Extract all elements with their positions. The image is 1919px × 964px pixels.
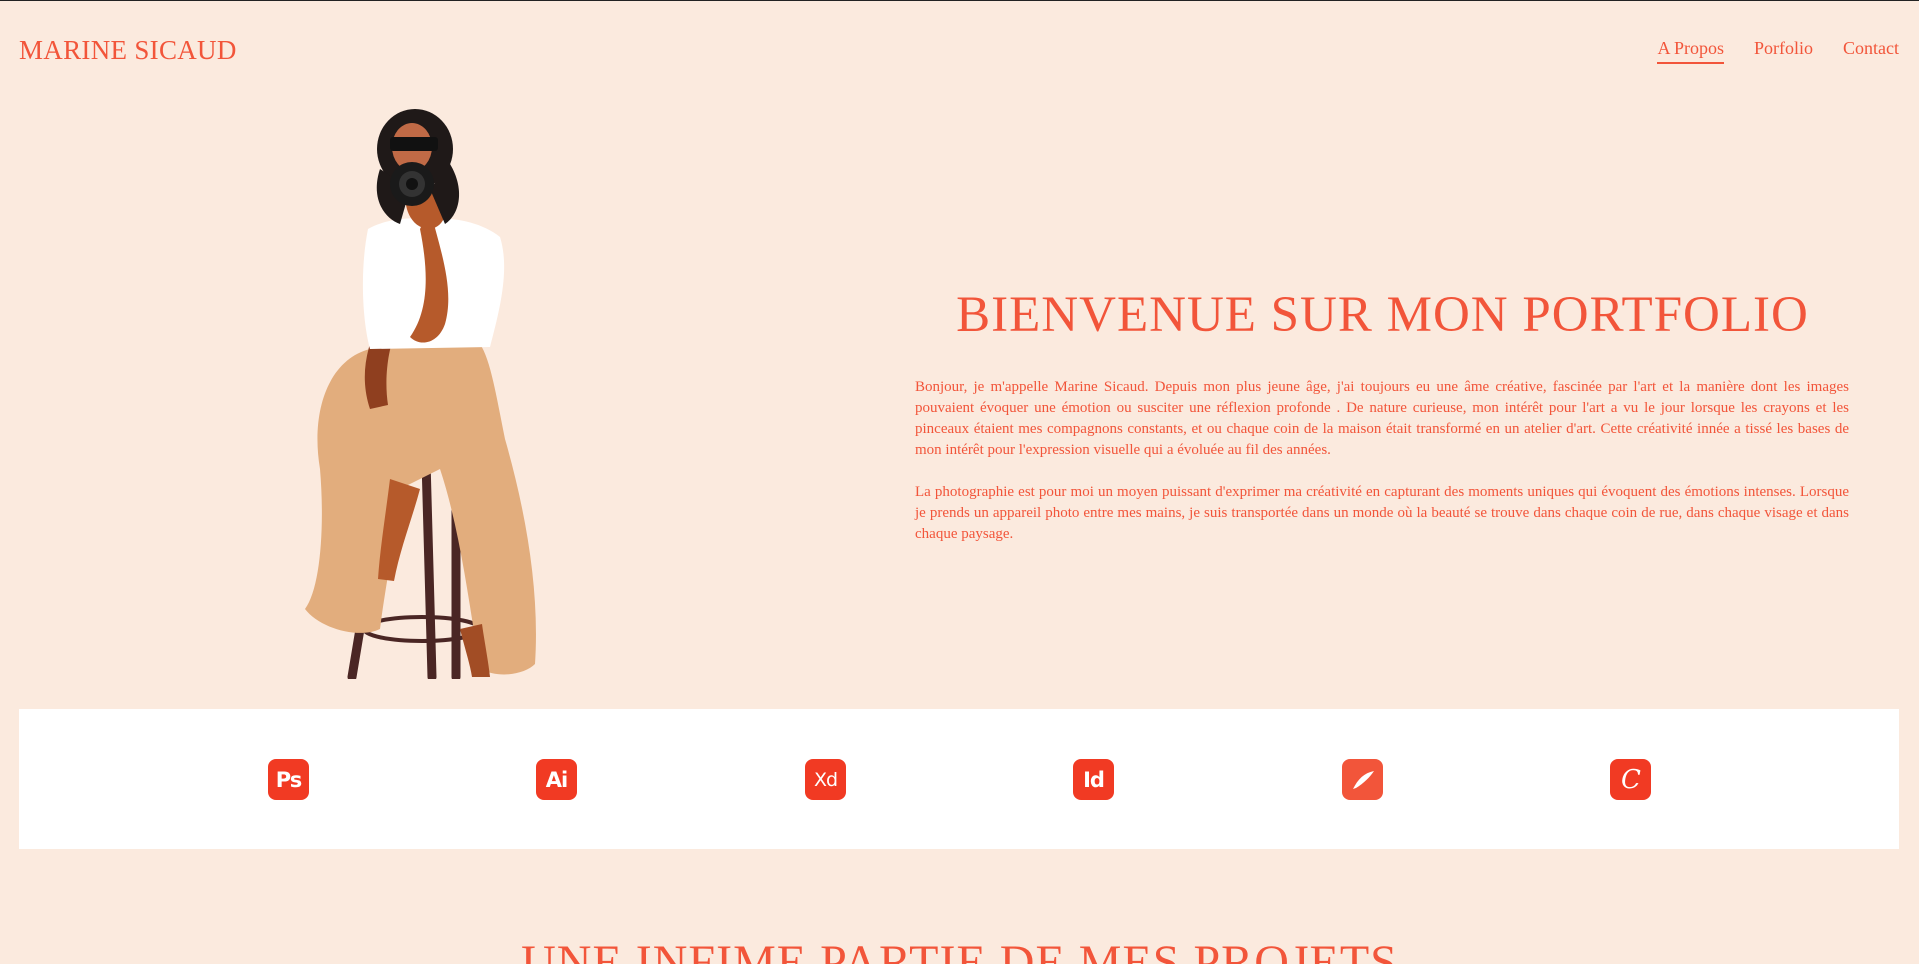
nav-link-a-propos[interactable]: A Propos (1657, 38, 1724, 64)
software-tools-band: Ps Ai Xd Id C (19, 709, 1899, 849)
indesign-icon[interactable]: Id (1073, 759, 1114, 800)
photoshop-icon[interactable]: Ps (268, 759, 309, 800)
photographer-illustration (305, 109, 536, 679)
nav-link-portfolio[interactable]: Porfolio (1754, 38, 1813, 64)
fresco-brush-icon (1352, 770, 1374, 789)
hero-intro: Bonjour, je m'appelle Marine Sicaud. Dep… (915, 377, 1849, 566)
hero-title: BIENVENUE SUR MON PORTFOLIO (956, 287, 1809, 343)
site-logo[interactable]: MARINE SICAUD (19, 35, 237, 66)
canva-icon[interactable]: C (1610, 759, 1651, 800)
main-nav: A Propos Porfolio Contact (1657, 38, 1899, 64)
hero-paragraph: La photographie est pour moi un moyen pu… (915, 484, 1849, 542)
illustrator-icon[interactable]: Ai (536, 759, 577, 800)
xd-icon[interactable]: Xd (805, 759, 846, 800)
hero-paragraph: Bonjour, je m'appelle Marine Sicaud. Dep… (915, 379, 1849, 458)
fresco-icon[interactable] (1342, 759, 1383, 800)
projects-section-title: UNE INFIME PARTIE DE MES PROJETS (521, 936, 1398, 964)
nav-link-contact[interactable]: Contact (1843, 38, 1899, 64)
